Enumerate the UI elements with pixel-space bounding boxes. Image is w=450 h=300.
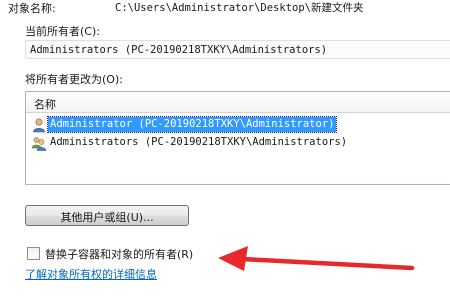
change-owner-label: 将所有者更改为(O): (25, 73, 123, 86)
owner-list[interactable]: 名称 Administrator (PC-20190218TXKY\Admini… (25, 91, 450, 185)
column-header-name: 名称 (34, 98, 56, 111)
replace-owner-label[interactable]: 替换子容器和对象的所有者(R) (45, 246, 193, 262)
object-name-label: 对象名称: (8, 2, 56, 15)
current-owner-label: 当前所有者(C): (25, 25, 100, 38)
replace-owner-checkbox[interactable] (27, 247, 40, 260)
current-owner-value: Administrators (PC-20190218TXKY\Administ… (30, 44, 328, 56)
owner-item-label: Administrator (PC-20190218TXKY\Administr… (46, 116, 338, 133)
user-icon (33, 118, 45, 133)
other-users-button[interactable]: 其他用户或组(U)... (25, 205, 189, 226)
owner-list-header[interactable]: 名称 (26, 92, 450, 113)
current-owner-field[interactable]: Administrators (PC-20190218TXKY\Administ… (25, 40, 450, 59)
owner-list-item-administrator[interactable]: Administrator (PC-20190218TXKY\Administr… (26, 116, 450, 133)
group-icon (31, 137, 47, 151)
owner-item-label: Administrators (PC-20190218TXKY\Administ… (50, 136, 348, 148)
learn-more-link[interactable]: 了解对象所有权的详细信息 (25, 266, 157, 282)
object-path: C:\Users\Administrator\Desktop\新建文件夹 (115, 2, 364, 14)
red-arrow-icon (218, 246, 415, 271)
owner-list-item-administrators[interactable]: Administrators (PC-20190218TXKY\Administ… (26, 134, 450, 151)
